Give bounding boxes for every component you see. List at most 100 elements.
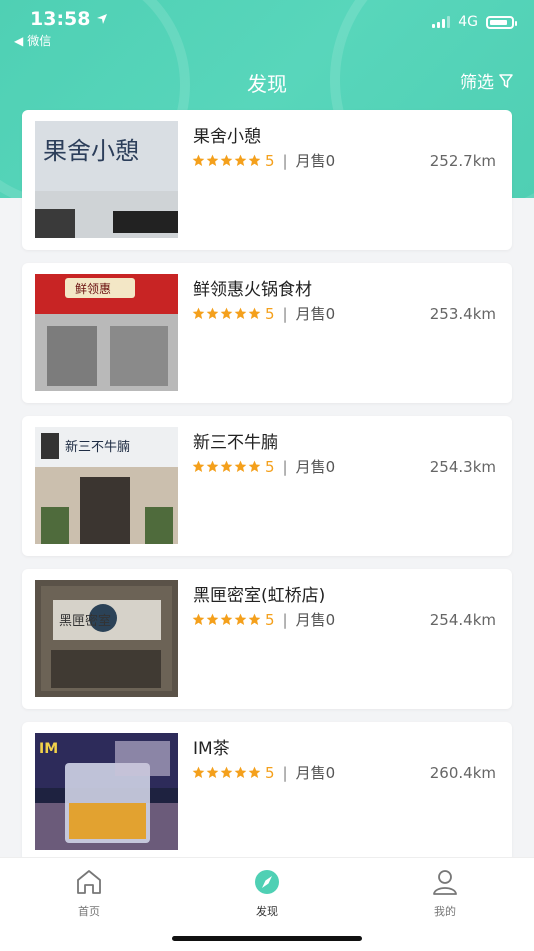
store-card[interactable]: IM IM茶 5 | 月售0 260.4km xyxy=(22,722,512,862)
filter-label: 筛选 xyxy=(460,73,494,93)
star-icon xyxy=(220,154,233,167)
back-to-app[interactable]: ◀ 微信 xyxy=(14,32,51,49)
signal-icon xyxy=(432,16,451,28)
store-list: 果舍小憩 果舍小憩 5 | 月售0 252.7km 鲜领惠 鲜领惠火锅食材 5 | 月售0 253.4… xyxy=(22,110,512,875)
star-icon xyxy=(248,613,261,626)
separator: | xyxy=(282,304,288,323)
store-image: IM xyxy=(35,733,178,850)
star-icon xyxy=(234,307,247,320)
compass-icon xyxy=(255,870,279,894)
rating-value: 5 xyxy=(265,304,275,323)
store-image: 新三不牛腩 xyxy=(35,427,178,544)
time-text: 13:58 xyxy=(30,8,91,30)
star-icon xyxy=(206,613,219,626)
back-app-label: 微信 xyxy=(27,34,52,48)
store-image: 黑匣密室 xyxy=(35,580,178,697)
star-icon xyxy=(206,460,219,473)
star-icon xyxy=(206,766,219,779)
tab-home[interactable]: 首页 xyxy=(49,868,129,919)
tab-discover[interactable]: 发现 xyxy=(227,868,307,919)
monthly-sales: 月售0 xyxy=(295,305,336,323)
back-triangle-icon: ◀ xyxy=(14,33,24,48)
funnel-icon xyxy=(499,73,513,88)
star-icon xyxy=(234,766,247,779)
store-meta: 5 | 月售0 xyxy=(192,762,335,783)
store-image: 鲜领惠 xyxy=(35,274,178,391)
store-distance: 253.4km xyxy=(429,305,496,323)
store-meta: 5 | 月售0 xyxy=(192,150,335,171)
status-time: 13:58 xyxy=(30,8,108,30)
separator: | xyxy=(282,763,288,782)
store-distance: 252.7km xyxy=(429,152,496,170)
store-name: 果舍小憩 xyxy=(193,127,261,147)
home-indicator xyxy=(172,936,362,941)
monthly-sales: 月售0 xyxy=(295,458,336,476)
svg-text:新三不牛腩: 新三不牛腩 xyxy=(65,439,130,455)
star-icon xyxy=(192,766,205,779)
svg-text:IM: IM xyxy=(39,741,58,757)
svg-text:鲜领惠: 鲜领惠 xyxy=(75,282,111,296)
rating-value: 5 xyxy=(265,151,275,170)
thumb-sign: 果舍小憩 xyxy=(43,137,139,165)
store-card[interactable]: 鲜领惠 鲜领惠火锅食材 5 | 月售0 253.4km xyxy=(22,263,512,403)
monthly-sales: 月售0 xyxy=(295,764,336,782)
location-arrow-icon xyxy=(97,14,108,24)
tab-mine-label: 我的 xyxy=(434,905,456,918)
store-meta: 5 | 月售0 xyxy=(192,456,335,477)
star-icon xyxy=(234,460,247,473)
user-icon xyxy=(433,870,457,895)
store-meta: 5 | 月售0 xyxy=(192,609,335,630)
star-icon xyxy=(206,154,219,167)
star-icon xyxy=(192,154,205,167)
star-icon xyxy=(234,154,247,167)
separator: | xyxy=(282,610,288,629)
star-icon xyxy=(192,307,205,320)
home-icon xyxy=(77,870,101,894)
separator: | xyxy=(282,151,288,170)
star-icon xyxy=(220,460,233,473)
monthly-sales: 月售0 xyxy=(295,152,336,170)
star-rating xyxy=(192,307,261,320)
store-distance: 254.4km xyxy=(429,611,496,629)
star-icon xyxy=(220,307,233,320)
star-icon xyxy=(220,613,233,626)
star-icon xyxy=(248,307,261,320)
store-image: 果舍小憩 xyxy=(35,121,178,238)
star-icon xyxy=(234,613,247,626)
store-distance: 254.3km xyxy=(429,458,496,476)
star-icon xyxy=(248,154,261,167)
star-rating xyxy=(192,154,261,167)
page-title: 发现 xyxy=(247,72,287,96)
svg-text:黑匣密室: 黑匣密室 xyxy=(59,613,111,629)
status-bar: 13:58 ◀ 微信 4G xyxy=(0,0,534,50)
star-icon xyxy=(192,613,205,626)
store-card[interactable]: 新三不牛腩 新三不牛腩 5 | 月售0 254.3km xyxy=(22,416,512,556)
star-icon xyxy=(206,307,219,320)
tab-mine[interactable]: 我的 xyxy=(405,868,485,919)
store-meta: 5 | 月售0 xyxy=(192,303,335,324)
store-name: 新三不牛腩 xyxy=(193,433,278,453)
store-card[interactable]: 黑匣密室 黑匣密室(虹桥店) 5 | 月售0 254.4km xyxy=(22,569,512,709)
star-rating xyxy=(192,613,261,626)
store-distance: 260.4km xyxy=(429,764,496,782)
store-name: 黑匣密室(虹桥店) xyxy=(193,586,326,606)
store-card[interactable]: 果舍小憩 果舍小憩 5 | 月售0 252.7km xyxy=(22,110,512,250)
tab-home-label: 首页 xyxy=(78,905,100,918)
rating-value: 5 xyxy=(265,610,275,629)
star-icon xyxy=(220,766,233,779)
network-type: 4G xyxy=(458,14,478,30)
separator: | xyxy=(282,457,288,476)
star-icon xyxy=(248,766,261,779)
store-name: IM茶 xyxy=(193,739,230,759)
filter-button[interactable]: 筛选 xyxy=(460,68,514,93)
rating-value: 5 xyxy=(265,763,275,782)
tab-discover-label: 发现 xyxy=(256,905,278,918)
star-rating xyxy=(192,766,261,779)
monthly-sales: 月售0 xyxy=(295,611,336,629)
star-icon xyxy=(192,460,205,473)
star-rating xyxy=(192,460,261,473)
battery-icon xyxy=(486,15,517,29)
star-icon xyxy=(248,460,261,473)
rating-value: 5 xyxy=(265,457,275,476)
store-name: 鲜领惠火锅食材 xyxy=(193,280,312,300)
